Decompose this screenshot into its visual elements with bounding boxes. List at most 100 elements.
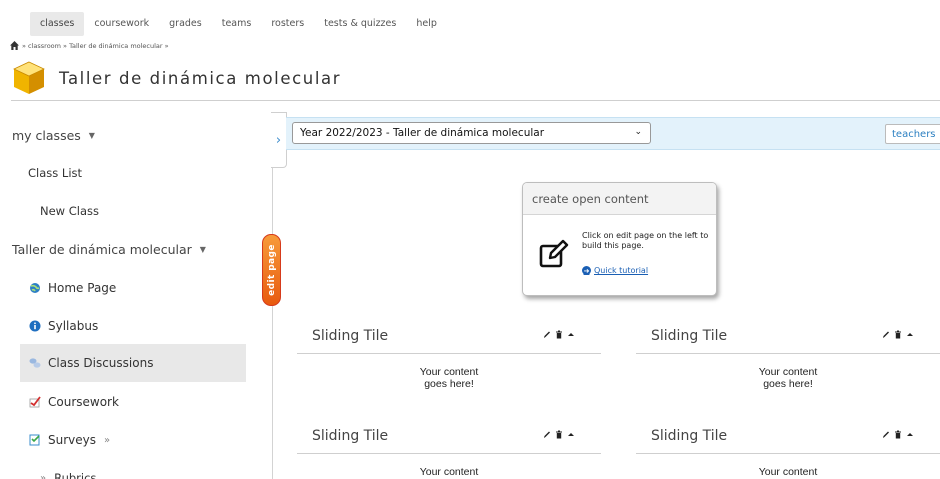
- tile-tools: [543, 330, 575, 339]
- discussion-icon: [28, 356, 42, 370]
- collapse-icon[interactable]: [567, 430, 575, 439]
- pencil-icon[interactable]: [543, 330, 551, 339]
- year-bar: Year 2022/2023 - Taller de dinámica mole…: [286, 117, 940, 150]
- info-icon: [28, 319, 42, 333]
- trash-icon[interactable]: [555, 430, 563, 439]
- sidebar-item-home-page[interactable]: Home Page: [20, 269, 246, 307]
- collapse-icon[interactable]: [906, 430, 914, 439]
- sidebar-toggle[interactable]: ›: [270, 112, 287, 169]
- sidebar-item-label: New Class: [40, 204, 99, 218]
- chevron-down-icon: ⌄: [634, 127, 642, 137]
- sidebar-item-label: Coursework: [48, 395, 119, 409]
- expand-icon: »: [104, 434, 111, 446]
- nav-grades[interactable]: grades: [159, 12, 212, 36]
- tile-content-line: goes here!: [763, 378, 813, 390]
- trash-icon[interactable]: [555, 330, 563, 339]
- trash-icon[interactable]: [894, 330, 902, 339]
- checklist-icon: [28, 395, 42, 409]
- caret-down-icon: ▼: [88, 130, 95, 140]
- edit-page-tab[interactable]: edit page: [262, 234, 281, 306]
- bullet-icon: »: [40, 472, 47, 479]
- sidebar-item-label: my classes: [12, 127, 81, 143]
- sidebar: my classes ▼ Class List New Class Taller…: [0, 112, 272, 479]
- tile-tools: [882, 430, 914, 439]
- sidebar-item-label: Home Page: [48, 281, 117, 295]
- tile-header: Sliding Tile: [297, 421, 601, 454]
- quick-tutorial-label: Quick tutorial: [594, 266, 649, 275]
- tile-content-line: Your content: [758, 466, 818, 478]
- sliding-tile: Sliding Tile Your content goes here!: [297, 321, 601, 390]
- collapse-icon[interactable]: [567, 330, 575, 339]
- sidebar-item-rubrics[interactable]: » Rubrics: [40, 459, 286, 479]
- tile-content: Your content: [636, 454, 940, 478]
- nav-tests-quizzes[interactable]: tests & quizzes: [314, 12, 406, 36]
- sidebar-divider: [272, 168, 273, 479]
- sidebar-item-label: Surveys: [48, 433, 96, 447]
- pencil-icon[interactable]: [543, 430, 551, 439]
- sidebar-item-label: Rubrics: [54, 471, 97, 479]
- open-content-panel: create open content Click on edit page o…: [522, 182, 717, 296]
- nav-teams[interactable]: teams: [212, 12, 262, 36]
- tile-content: Your content goes here!: [636, 354, 940, 390]
- sidebar-item-coursework[interactable]: Coursework: [20, 383, 246, 421]
- tile-tools: [543, 430, 575, 439]
- sidebar-item-new-class[interactable]: New Class: [40, 192, 286, 230]
- sidebar-item-label: Class List: [28, 166, 83, 180]
- nav-coursework[interactable]: coursework: [84, 12, 159, 36]
- home-icon[interactable]: [9, 40, 20, 51]
- nav-classes[interactable]: classes: [30, 12, 85, 36]
- arrow-right-icon: ➜: [582, 266, 591, 275]
- caret-down-icon: ▼: [199, 244, 206, 254]
- quick-tutorial-link[interactable]: ➜ Quick tutorial: [582, 266, 648, 275]
- edit-icon: [538, 238, 570, 270]
- cube-icon: [11, 60, 47, 96]
- sidebar-item-syllabus[interactable]: Syllabus: [20, 307, 246, 345]
- nav-rosters[interactable]: rosters: [261, 12, 314, 36]
- pencil-icon[interactable]: [882, 430, 890, 439]
- tile-title: Sliding Tile: [312, 328, 389, 344]
- tile-title: Sliding Tile: [312, 428, 389, 444]
- sidebar-item-label: Class Discussions: [48, 356, 154, 370]
- trash-icon[interactable]: [894, 430, 902, 439]
- year-select[interactable]: Year 2022/2023 - Taller de dinámica mole…: [292, 122, 651, 144]
- breadcrumb-trail[interactable]: » classroom » Taller de dinámica molecul…: [22, 42, 169, 50]
- teachers-button[interactable]: teachers: [885, 124, 940, 144]
- tile-content: Your content: [297, 454, 601, 478]
- tile-content-line: goes here!: [424, 378, 474, 390]
- chevron-right-icon: ›: [275, 132, 282, 148]
- year-select-value: Year 2022/2023 - Taller de dinámica mole…: [300, 127, 545, 139]
- tile-tools: [882, 330, 914, 339]
- sidebar-item-class-discussions[interactable]: Class Discussions: [20, 344, 246, 382]
- tile-header: Sliding Tile: [636, 321, 940, 354]
- tile-content-line: Your content: [419, 366, 479, 378]
- breadcrumb: » classroom » Taller de dinámica molecul…: [9, 40, 169, 51]
- sidebar-my-classes[interactable]: my classes ▼: [12, 116, 258, 154]
- survey-icon: [28, 433, 42, 447]
- tile-content-line: Your content: [758, 366, 818, 378]
- sidebar-item-label: Syllabus: [48, 319, 99, 333]
- edit-page-label: edit page: [266, 244, 277, 296]
- tile-content-line: Your content: [419, 466, 479, 478]
- open-content-text: Click on edit page on the left to build …: [582, 231, 709, 250]
- tile-title: Sliding Tile: [651, 428, 728, 444]
- top-nav: classes coursework grades teams rosters …: [30, 12, 447, 36]
- tile-title: Sliding Tile: [651, 328, 728, 344]
- globe-icon: [28, 281, 42, 295]
- collapse-icon[interactable]: [906, 330, 914, 339]
- tile-header: Sliding Tile: [297, 321, 601, 354]
- nav-help[interactable]: help: [406, 12, 447, 36]
- sliding-tile: Sliding Tile Your content: [297, 421, 601, 478]
- sidebar-item-class-list[interactable]: Class List: [28, 154, 274, 192]
- page-title: Taller de dinámica molecular: [59, 68, 342, 88]
- sliding-tile: Sliding Tile Your content: [636, 421, 940, 478]
- page-header: Taller de dinámica molecular: [11, 60, 341, 96]
- open-content-heading: create open content: [523, 183, 716, 215]
- tile-header: Sliding Tile: [636, 421, 940, 454]
- pencil-icon[interactable]: [882, 330, 890, 339]
- sliding-tile: Sliding Tile Your content goes here!: [636, 321, 940, 390]
- header-divider: [11, 100, 940, 101]
- sidebar-item-label: Taller de dinámica molecular: [12, 241, 192, 257]
- tile-content: Your content goes here!: [297, 354, 601, 390]
- sidebar-course-section[interactable]: Taller de dinámica molecular ▼: [12, 230, 258, 268]
- sidebar-item-surveys[interactable]: Surveys »: [20, 421, 246, 459]
